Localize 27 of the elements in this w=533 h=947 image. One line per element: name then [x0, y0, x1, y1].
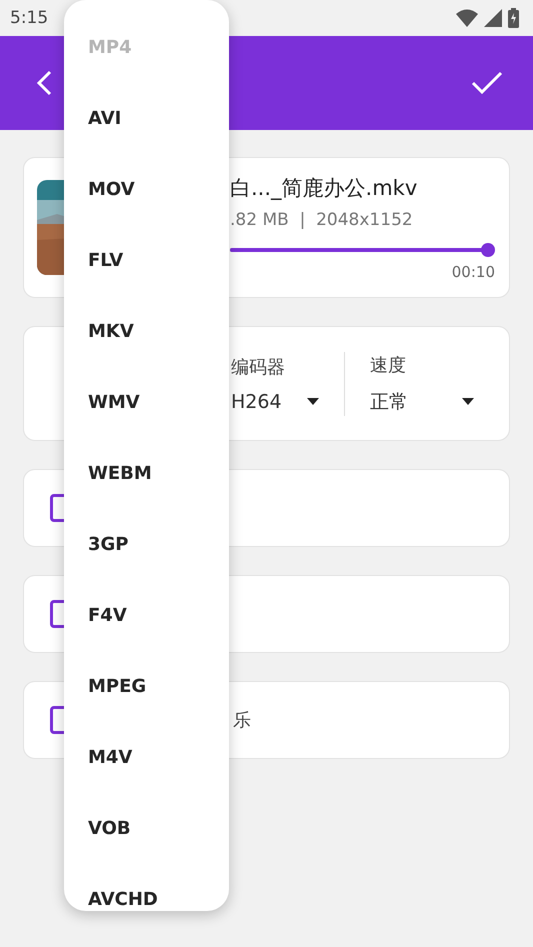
- format-option[interactable]: VOB: [64, 793, 229, 864]
- format-option[interactable]: AVCHD: [64, 864, 229, 911]
- wifi-icon: [456, 9, 478, 27]
- video-title: 白..._简鹿办公.mkv: [230, 175, 418, 202]
- format-option[interactable]: WEBM: [64, 438, 229, 509]
- format-option[interactable]: AVI: [64, 83, 229, 154]
- caret-icon: [462, 398, 474, 405]
- battery-icon: [508, 8, 519, 28]
- speed-label: 速度: [370, 354, 407, 376]
- encoder-dropdown[interactable]: H264: [231, 390, 319, 412]
- video-meta: .82 MB | 2048x1152: [230, 210, 414, 230]
- format-option[interactable]: MOV: [64, 154, 229, 225]
- format-option[interactable]: 3GP: [64, 509, 229, 580]
- back-icon[interactable]: [36, 70, 52, 96]
- signal-icon: [484, 9, 502, 27]
- format-option[interactable]: MKV: [64, 296, 229, 367]
- format-option[interactable]: MPEG: [64, 651, 229, 722]
- caret-icon: [307, 398, 319, 405]
- format-option[interactable]: WMV: [64, 367, 229, 438]
- speed-dropdown[interactable]: 正常: [370, 388, 474, 414]
- format-option[interactable]: FLV: [64, 225, 229, 296]
- status-time: 5:15: [10, 8, 48, 28]
- option-label: 乐: [233, 709, 251, 732]
- encoder-label: 编码器: [231, 356, 286, 378]
- check-icon[interactable]: [471, 71, 503, 95]
- format-option[interactable]: M4V: [64, 722, 229, 793]
- duration: 00:10: [452, 263, 495, 281]
